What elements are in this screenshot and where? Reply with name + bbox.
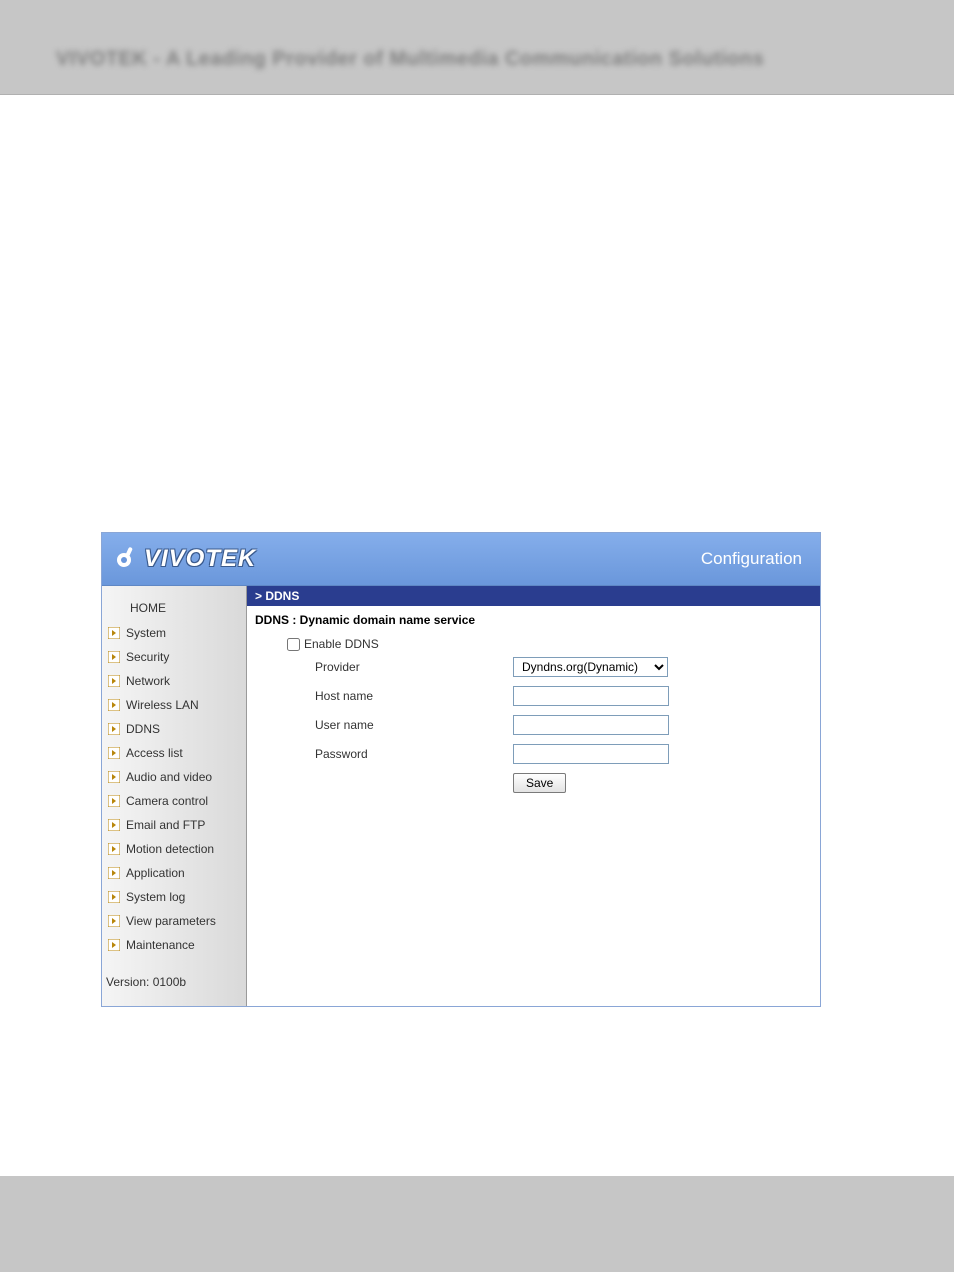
app-header: VIVOTEK Configuration: [102, 533, 820, 586]
sidebar-home[interactable]: HOME: [102, 596, 246, 621]
sidebar-item-system-log[interactable]: System log: [102, 885, 246, 909]
arrow-right-icon: [108, 867, 120, 879]
blurred-title: VIVOTEK - A Leading Provider of Multimed…: [56, 48, 764, 71]
sidebar-item-ddns[interactable]: DDNS: [102, 717, 246, 741]
username-row: User name: [287, 715, 812, 735]
page-title: Configuration: [701, 549, 802, 569]
breadcrumb: > DDNS: [247, 586, 820, 606]
hostname-row: Host name: [287, 686, 812, 706]
save-button[interactable]: Save: [513, 773, 566, 793]
arrow-right-icon: [108, 795, 120, 807]
enable-ddns-checkbox[interactable]: [287, 638, 300, 651]
save-row: Save: [287, 773, 812, 793]
config-window: VIVOTEK Configuration HOME System Securi…: [101, 532, 821, 1007]
sidebar-item-label: Application: [126, 866, 185, 880]
sidebar-item-label: System log: [126, 890, 185, 904]
sidebar-item-label: Maintenance: [126, 938, 195, 952]
camera-icon: [112, 544, 140, 575]
brand-text: VIVOTEK: [144, 545, 256, 573]
sidebar-item-label: Camera control: [126, 794, 208, 808]
arrow-right-icon: [108, 627, 120, 639]
sidebar: HOME System Security Network: [102, 586, 247, 1006]
sidebar-item-email-ftp[interactable]: Email and FTP: [102, 813, 246, 837]
arrow-right-icon: [108, 699, 120, 711]
sidebar-item-view-parameters[interactable]: View parameters: [102, 909, 246, 933]
sidebar-item-security[interactable]: Security: [102, 645, 246, 669]
sidebar-item-camera-control[interactable]: Camera control: [102, 789, 246, 813]
sidebar-item-network[interactable]: Network: [102, 669, 246, 693]
sidebar-item-label: Security: [126, 650, 169, 664]
provider-select[interactable]: Dyndns.org(Dynamic): [513, 657, 668, 677]
sidebar-item-label: Wireless LAN: [126, 698, 199, 712]
password-row: Password: [287, 744, 812, 764]
sidebar-item-access-list[interactable]: Access list: [102, 741, 246, 765]
enable-ddns-row: Enable DDNS: [287, 637, 812, 651]
sidebar-item-label: View parameters: [126, 914, 216, 928]
enable-ddns-label: Enable DDNS: [304, 637, 379, 651]
sidebar-item-label: Email and FTP: [126, 818, 205, 832]
arrow-right-icon: [108, 723, 120, 735]
app-body: HOME System Security Network: [102, 586, 820, 1006]
arrow-right-icon: [108, 915, 120, 927]
arrow-right-icon: [108, 651, 120, 663]
password-input[interactable]: [513, 744, 669, 764]
provider-row: Provider Dyndns.org(Dynamic): [287, 657, 812, 677]
arrow-right-icon: [108, 675, 120, 687]
username-label: User name: [315, 718, 513, 732]
page-top-band: VIVOTEK - A Leading Provider of Multimed…: [0, 0, 954, 95]
arrow-right-icon: [108, 891, 120, 903]
content-panel: > DDNS DDNS : Dynamic domain name servic…: [247, 586, 820, 1006]
arrow-right-icon: [108, 771, 120, 783]
arrow-right-icon: [108, 747, 120, 759]
sidebar-item-audio-video[interactable]: Audio and video: [102, 765, 246, 789]
sidebar-item-wireless-lan[interactable]: Wireless LAN: [102, 693, 246, 717]
sidebar-item-system[interactable]: System: [102, 621, 246, 645]
sidebar-item-motion-detection[interactable]: Motion detection: [102, 837, 246, 861]
arrow-right-icon: [108, 939, 120, 951]
password-label: Password: [315, 747, 513, 761]
sidebar-item-label: Audio and video: [126, 770, 212, 784]
sidebar-item-label: Access list: [126, 746, 183, 760]
hostname-label: Host name: [315, 689, 513, 703]
sidebar-item-application[interactable]: Application: [102, 861, 246, 885]
sidebar-item-label: System: [126, 626, 166, 640]
page-bottom-band: [0, 1176, 954, 1272]
sidebar-item-label: DDNS: [126, 722, 160, 736]
provider-label: Provider: [315, 660, 513, 674]
hostname-input[interactable]: [513, 686, 669, 706]
panel-title: DDNS : Dynamic domain name service: [247, 606, 820, 633]
arrow-right-icon: [108, 843, 120, 855]
arrow-right-icon: [108, 819, 120, 831]
sidebar-item-label: Network: [126, 674, 170, 688]
sidebar-item-maintenance[interactable]: Maintenance: [102, 933, 246, 957]
ddns-form: Enable DDNS Provider Dyndns.org(Dynamic)…: [247, 633, 820, 801]
brand-logo: VIVOTEK: [112, 544, 256, 575]
sidebar-item-label: Motion detection: [126, 842, 214, 856]
version-text: Version: 0100b: [102, 957, 246, 993]
username-input[interactable]: [513, 715, 669, 735]
